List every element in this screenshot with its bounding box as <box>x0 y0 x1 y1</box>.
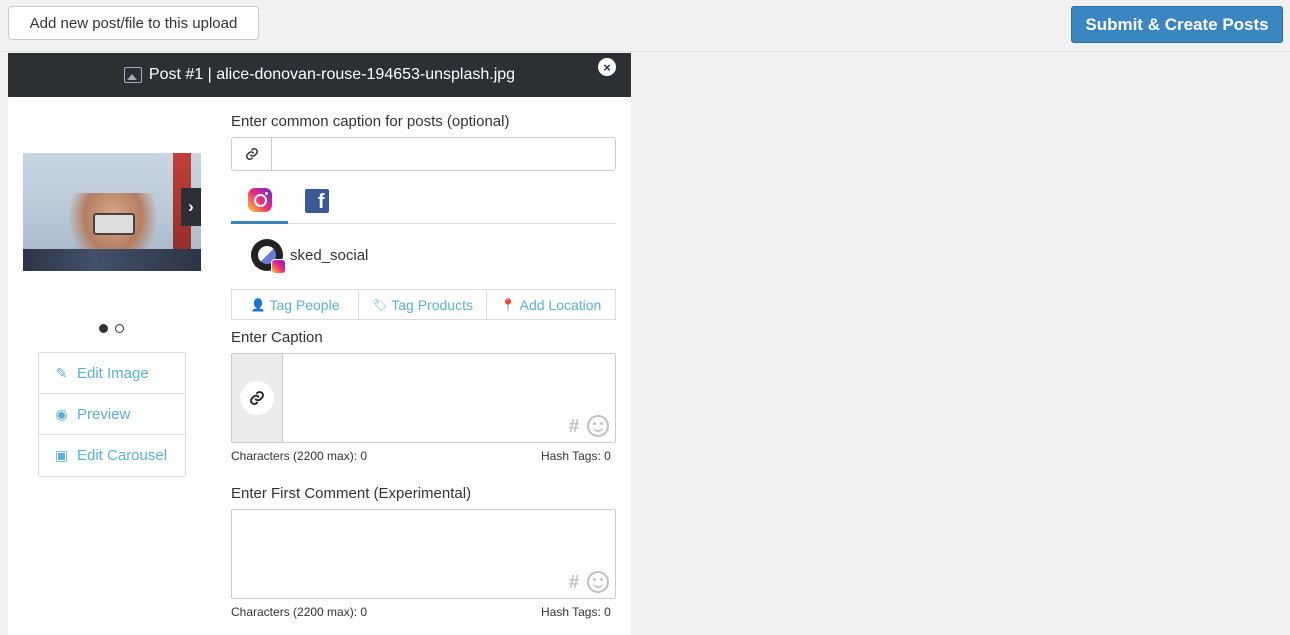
image-actions: ✎ Edit Image ◉ Preview ▣ Edit Carousel <box>38 352 186 477</box>
caption-char-count: Characters (2200 max): 0 <box>231 449 368 463</box>
common-caption-field <box>231 137 616 171</box>
emoji-icon[interactable] <box>587 415 609 437</box>
comment-tools: # <box>569 571 609 593</box>
tag-people-button[interactable]: 👤 Tag People <box>231 289 359 320</box>
tag-people-label: Tag People <box>269 296 340 313</box>
top-toolbar: Add new post/file to this upload Submit … <box>0 0 1290 52</box>
caption-hashtag-count: Hash Tags: 0 <box>541 449 611 463</box>
instagram-icon <box>247 187 272 212</box>
carousel-dot[interactable] <box>99 324 108 333</box>
add-post-button[interactable]: Add new post/file to this upload <box>8 6 259 40</box>
comment-char-count: Characters (2200 max): 0 <box>231 605 368 619</box>
tag-actions: 👤 Tag People 🏷 Tag Products 📍 Add Locati… <box>231 289 616 320</box>
link-icon[interactable] <box>232 138 272 170</box>
common-caption-label: Enter common caption for posts (optional… <box>231 113 510 130</box>
tag-products-button[interactable]: 🏷 Tag Products <box>359 289 487 320</box>
caption-field: # <box>231 353 616 443</box>
tag-icon: 🏷 <box>372 297 388 312</box>
carousel-dot[interactable] <box>115 324 124 333</box>
hashtag-icon[interactable]: # <box>569 572 579 593</box>
instagram-badge-icon <box>271 259 286 274</box>
account-name: sked_social <box>290 246 369 264</box>
edit-carousel-label: Edit Carousel <box>77 447 168 464</box>
avatar <box>251 239 286 274</box>
add-location-button[interactable]: 📍 Add Location <box>487 289 616 320</box>
edit-image-label: Edit Image <box>77 364 149 382</box>
post-header: Post #1 | alice-donovan-rouse-194653-uns… <box>8 53 631 97</box>
tab-instagram[interactable] <box>231 178 288 224</box>
pencil-icon: ✎ <box>55 364 68 381</box>
post-thumbnail <box>23 153 201 271</box>
submit-create-posts-button[interactable]: Submit & Create Posts <box>1071 6 1283 43</box>
gallery-icon: ▣ <box>54 447 69 463</box>
common-caption-input[interactable] <box>272 138 615 170</box>
close-icon[interactable]: × <box>598 58 616 76</box>
network-tabs: f <box>231 178 616 224</box>
caption-link-addon <box>232 354 283 442</box>
account-row: sked_social <box>251 239 369 274</box>
emoji-icon[interactable] <box>587 571 609 593</box>
first-comment-label: Enter First Comment (Experimental) <box>231 485 472 502</box>
post-panel: Post #1 | alice-donovan-rouse-194653-uns… <box>8 53 631 635</box>
edit-carousel-button[interactable]: ▣ Edit Carousel <box>39 435 185 476</box>
preview-label: Preview <box>77 405 131 423</box>
thumbnail-phone <box>93 213 135 235</box>
caption-textarea[interactable] <box>283 354 615 442</box>
facebook-icon: f <box>304 189 329 213</box>
person-icon: 👤 <box>250 297 266 312</box>
preview-button[interactable]: ◉ Preview <box>39 394 185 435</box>
tab-facebook[interactable]: f <box>288 178 345 224</box>
carousel-next-button[interactable]: › <box>181 188 201 226</box>
location-pin-icon: 📍 <box>500 297 516 312</box>
thumbnail-sleeve <box>23 249 201 271</box>
edit-image-button[interactable]: ✎ Edit Image <box>39 353 185 394</box>
carousel-dots <box>99 324 124 333</box>
link-icon[interactable] <box>240 381 274 415</box>
add-location-label: Add Location <box>519 296 602 313</box>
comment-hashtag-count: Hash Tags: 0 <box>541 605 611 619</box>
image-icon <box>123 67 142 83</box>
caption-label: Enter Caption <box>231 329 323 346</box>
caption-tools: # <box>569 415 609 437</box>
post-title: Post #1 | alice-donovan-rouse-194653-uns… <box>148 66 516 83</box>
tag-products-label: Tag Products <box>391 296 473 313</box>
eye-icon: ◉ <box>55 405 68 422</box>
hashtag-icon[interactable]: # <box>569 416 579 437</box>
first-comment-textarea[interactable] <box>232 510 615 598</box>
first-comment-field: # <box>231 509 616 599</box>
